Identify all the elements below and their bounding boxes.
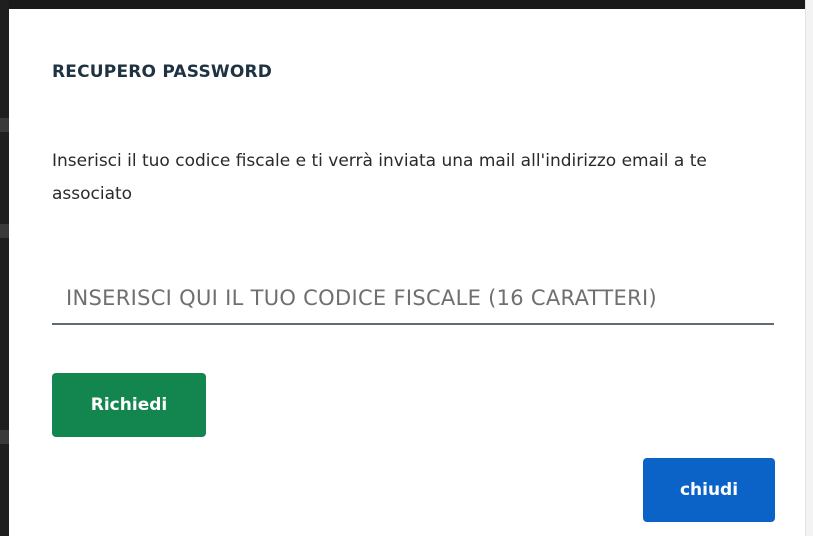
window-left-border xyxy=(0,0,9,536)
window-top-border xyxy=(0,0,813,9)
border-notch xyxy=(0,118,9,132)
password-recovery-dialog: RECUPERO PASSWORD Inserisci il tuo codic… xyxy=(9,9,805,536)
screen: RECUPERO PASSWORD Inserisci il tuo codic… xyxy=(0,0,813,536)
close-button[interactable]: chiudi xyxy=(643,458,775,522)
codice-fiscale-input[interactable] xyxy=(52,273,774,325)
dialog-title: RECUPERO PASSWORD xyxy=(52,62,273,82)
request-button[interactable]: Richiedi xyxy=(52,373,206,437)
border-notch xyxy=(0,430,9,444)
background-strip xyxy=(805,0,813,536)
dialog-description: Inserisci il tuo codice fiscale e ti ver… xyxy=(52,151,707,204)
border-notch xyxy=(0,224,9,238)
